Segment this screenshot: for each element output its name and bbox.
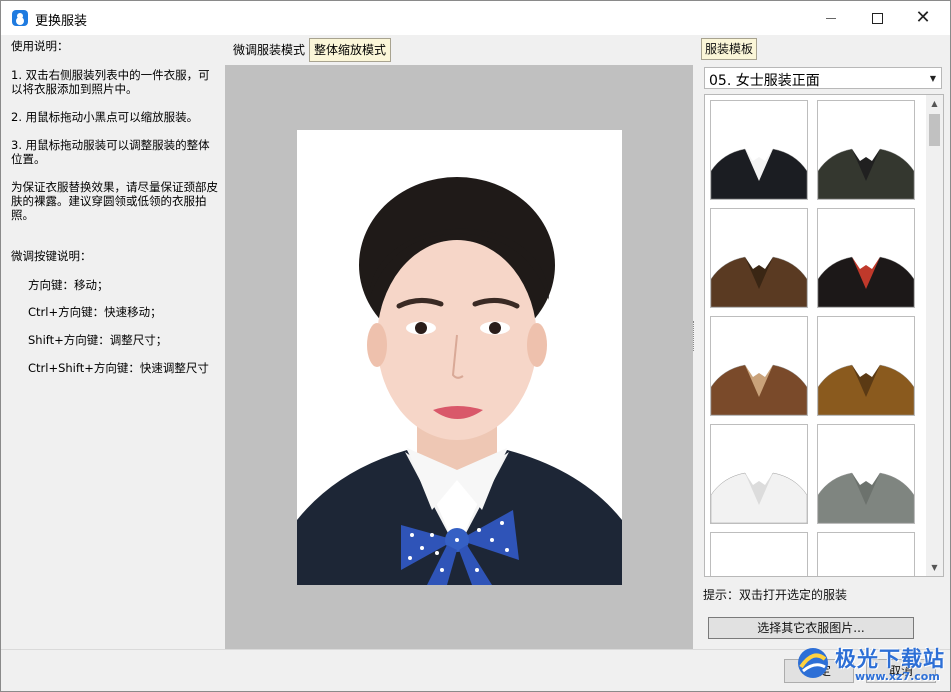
usage-note: 为保证衣服替换效果，请尽量保证颈部皮肤的裸露。建议穿圆领或低领的衣服拍照。 xyxy=(11,180,218,222)
clothing-thumbnail-image xyxy=(818,148,914,199)
chevron-down-icon: ▼ xyxy=(929,74,936,83)
clothing-item-leopard-blouse[interactable] xyxy=(817,316,915,416)
clothing-thumbnail-image xyxy=(818,256,914,307)
clothing-item-grey-shirt[interactable] xyxy=(817,424,915,524)
gallery-scrollbar[interactable]: ▲ ▼ xyxy=(926,95,943,576)
minimize-icon xyxy=(826,17,836,19)
clothing-item-white-blazer[interactable] xyxy=(710,424,808,524)
clothing-item-brown-pattern-top[interactable] xyxy=(710,208,808,308)
watermark: 极光下载站 www.xz7.com xyxy=(795,639,950,691)
clothing-template-panel: 服装模板 05. 女士服装正面 ▼ ▲ ▼ 提示：双击打开选定的服装 选择其它衣… xyxy=(697,35,950,649)
scrollbar-thumb[interactable] xyxy=(929,114,940,146)
usage-step-2: 2. 用鼠标拖动小黑点可以缩放服装。 xyxy=(11,110,199,124)
choose-other-clothing-button[interactable]: 选择其它衣服图片... xyxy=(708,617,914,639)
clothing-thumbnail-image xyxy=(711,472,807,523)
scroll-down-icon[interactable]: ▼ xyxy=(926,559,943,576)
close-button[interactable]: ✕ xyxy=(900,1,946,35)
clothing-item-dark-floral-jacket[interactable] xyxy=(817,100,915,200)
scroll-up-icon[interactable]: ▲ xyxy=(926,95,943,112)
usage-step-1: 1. 双击右侧服装列表中的一件衣服，可以将衣服添加到照片中。 xyxy=(11,68,210,96)
watermark-text: 极光下载站 xyxy=(835,647,945,671)
id-photo-canvas[interactable] xyxy=(297,130,622,585)
close-icon: ✕ xyxy=(915,7,931,28)
portrait-image xyxy=(297,130,622,585)
clothing-thumbnail-image xyxy=(818,364,914,415)
clothing-gallery: ▲ ▼ xyxy=(704,94,944,577)
clothing-item-white-top-a[interactable] xyxy=(710,532,808,577)
app-icon xyxy=(12,10,28,26)
clothing-item-brown-scarf-blouse[interactable] xyxy=(710,316,808,416)
clothing-thumbnail-image xyxy=(818,472,914,523)
mode-tabs: 微调服装模式 整体缩放模式 xyxy=(225,35,693,65)
window-title: 更换服装 xyxy=(35,14,88,29)
key-hint-fast-move: Ctrl+方向键：快速移动； xyxy=(28,305,162,319)
watermark-url: www.xz7.com xyxy=(855,670,940,683)
usage-step-3: 3. 用鼠标拖动服装可以调整服装的整体位置。 xyxy=(11,138,210,166)
dialog-window: 更换服装 ✕ 使用说明： 1. 双击右侧服装列表中的一件衣服，可以将衣服添加到照… xyxy=(0,0,951,692)
clothing-item-black-suit-white-collar[interactable] xyxy=(710,100,808,200)
photo-editor: 微调服装模式 整体缩放模式 xyxy=(225,35,693,649)
title-bar: 更换服装 ✕ xyxy=(1,1,950,35)
clothing-thumbnail-image xyxy=(711,533,807,577)
clothing-thumbnail-image xyxy=(711,256,807,307)
watermark-logo-icon xyxy=(798,648,828,678)
key-hint-resize: Shift+方向键：调整尺寸； xyxy=(28,333,168,347)
clothing-thumbnail-image xyxy=(711,364,807,415)
maximize-icon xyxy=(871,12,883,24)
keys-title: 微调按键说明： xyxy=(11,249,92,263)
clothing-item-white-top-b[interactable] xyxy=(817,532,915,577)
key-hint-fast-resize: Ctrl+Shift+方向键：快速调整尺寸 xyxy=(28,361,209,375)
tab-whole-scale-mode[interactable]: 整体缩放模式 xyxy=(309,38,392,62)
minimize-button[interactable] xyxy=(808,1,854,35)
category-select-value: 05. 女士服装正面 xyxy=(709,73,820,89)
panel-splitter[interactable] xyxy=(693,321,696,351)
usage-title: 使用说明： xyxy=(11,39,69,53)
key-hint-move: 方向键：移动； xyxy=(28,278,109,292)
maximize-button[interactable] xyxy=(854,1,900,35)
clothing-thumbnail-image xyxy=(818,533,914,577)
gallery-hint: 提示：双击打开选定的服装 xyxy=(703,588,848,602)
category-select[interactable]: 05. 女士服装正面 ▼ xyxy=(704,67,942,89)
tab-fine-tune-mode[interactable]: 微调服装模式 xyxy=(229,38,309,62)
instructions-panel: 使用说明： 1. 双击右侧服装列表中的一件衣服，可以将衣服添加到照片中。 2. … xyxy=(2,35,224,649)
clothing-thumbnail-image xyxy=(711,148,807,199)
tab-clothing-templates[interactable]: 服装模板 xyxy=(701,38,758,60)
clothing-item-black-top-red-scarf[interactable] xyxy=(817,208,915,308)
